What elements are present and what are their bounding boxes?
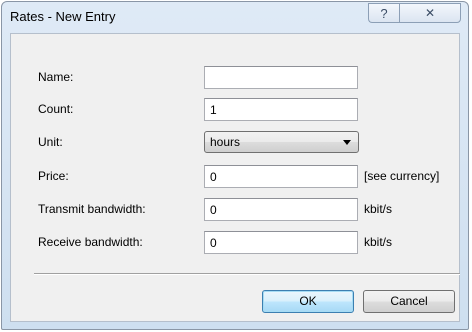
separator <box>34 273 460 275</box>
price-suffix: [see currency] <box>364 169 440 183</box>
dialog-window: Rates - New Entry ? ✕ Name: Count: Unit:… <box>1 1 469 330</box>
receive-bandwidth-unit: kbit/s <box>364 235 393 249</box>
chevron-down-icon <box>343 140 351 145</box>
close-button[interactable]: ✕ <box>399 3 461 23</box>
help-button[interactable]: ? <box>368 3 399 23</box>
transmit-bandwidth-input[interactable] <box>204 198 358 221</box>
count-input[interactable] <box>204 98 358 121</box>
title-bar: Rates - New Entry ? ✕ <box>2 2 468 32</box>
cancel-button[interactable]: Cancel <box>363 290 455 313</box>
receive-bandwidth-label: Receive bandwidth: <box>38 235 143 249</box>
dialog-content: Name: Count: Unit: hours Price: [see cur… <box>10 33 460 322</box>
price-input[interactable] <box>204 165 358 188</box>
unit-label: Unit: <box>38 135 63 149</box>
price-label: Price: <box>38 169 69 183</box>
transmit-bandwidth-unit: kbit/s <box>364 202 393 216</box>
close-icon: ✕ <box>424 6 436 20</box>
name-label: Name: <box>38 70 74 84</box>
count-label: Count: <box>38 102 74 116</box>
unit-select-value: hours <box>210 135 241 149</box>
unit-select[interactable]: hours <box>204 131 359 153</box>
ok-button[interactable]: OK <box>262 290 354 313</box>
window-title: Rates - New Entry <box>10 9 116 24</box>
receive-bandwidth-input[interactable] <box>204 231 358 254</box>
transmit-bandwidth-label: Transmit bandwidth: <box>38 202 146 216</box>
name-input[interactable] <box>204 66 358 89</box>
help-icon: ? <box>380 5 388 21</box>
